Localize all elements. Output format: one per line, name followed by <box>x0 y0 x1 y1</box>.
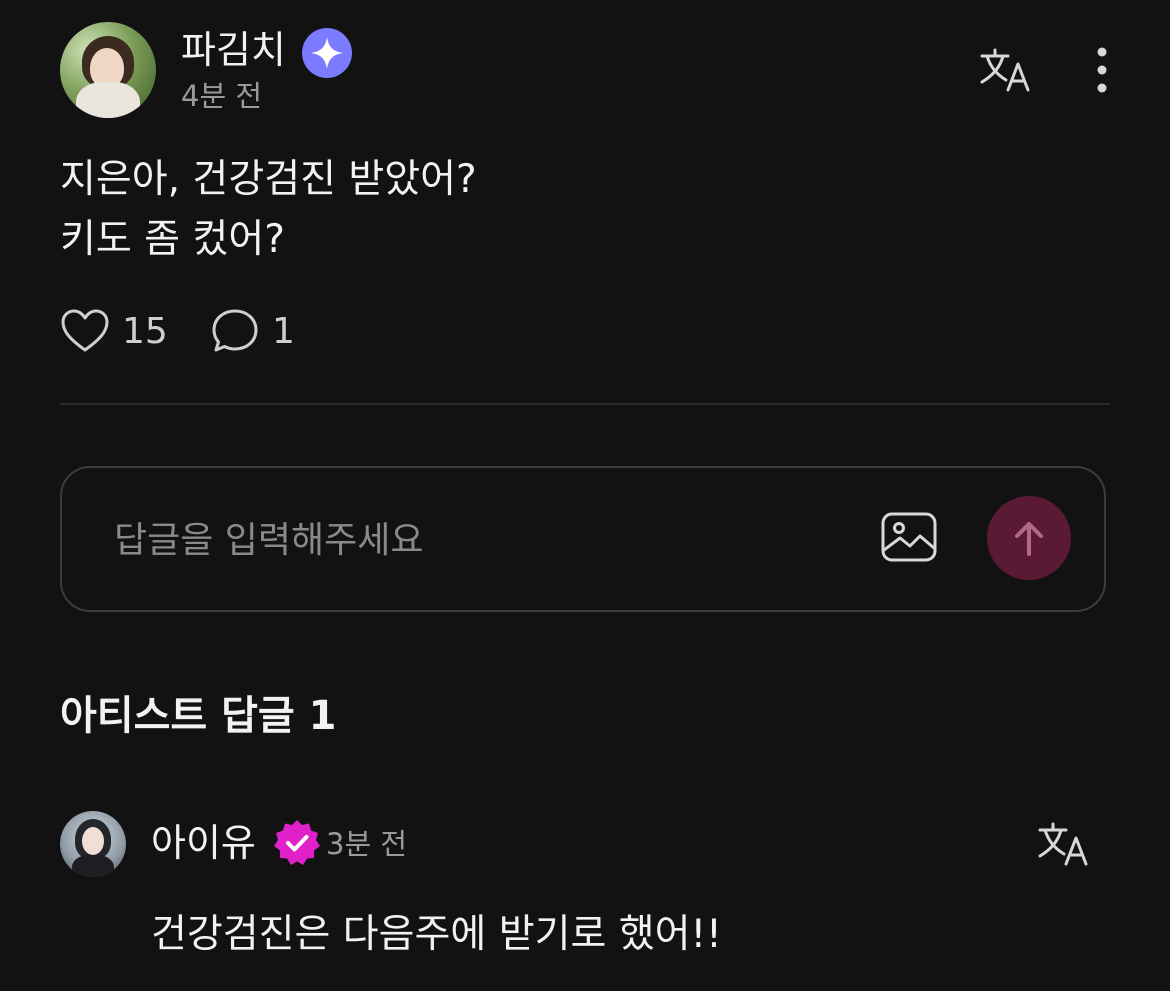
author-avatar[interactable] <box>60 22 156 118</box>
reply-box <box>60 466 1106 612</box>
verified-badge-icon <box>272 818 322 868</box>
comment-time: 3분 전 <box>326 827 408 861</box>
artist-name[interactable]: 아이유 <box>151 818 256 868</box>
avatar-body <box>76 82 140 118</box>
avatar-body <box>72 855 114 877</box>
translate-icon[interactable] <box>978 44 1034 96</box>
artist-avatar[interactable] <box>60 811 126 877</box>
avatar-face <box>82 827 104 855</box>
translate-icon[interactable] <box>1036 818 1092 870</box>
arrow-up-icon <box>1015 522 1043 556</box>
like-button[interactable]: 15 <box>60 303 168 359</box>
reply-input[interactable] <box>112 508 836 572</box>
comment-text: 건강검진은 다음주에 받기로 했어!! <box>151 912 722 957</box>
comment-bubble-icon <box>212 309 258 352</box>
divider <box>60 403 1110 405</box>
image-attach-icon[interactable] <box>880 510 938 564</box>
post-body-line: 키도 좀 컸어? <box>60 217 285 262</box>
post-detail-page: 파김치 4분 전 지은아, 건강검진 받았어? 키도 좀 컸어? 15 1 답글… <box>0 0 1170 991</box>
like-count: 15 <box>122 310 168 352</box>
send-button[interactable] <box>987 496 1071 580</box>
sparkle-badge-icon <box>302 28 352 78</box>
comment-count: 1 <box>272 310 295 352</box>
comment-button[interactable]: 1 <box>210 303 295 359</box>
more-options-icon[interactable] <box>1088 44 1116 96</box>
author-name[interactable]: 파김치 <box>181 25 286 75</box>
heart-icon <box>61 309 109 352</box>
post-time: 4분 전 <box>181 79 263 113</box>
artist-replies-title: 아티스트 답글 1 <box>60 693 337 739</box>
post-body-line: 지은아, 건강검진 받았어? <box>60 157 477 202</box>
post-body: 지은아, 건강검진 받았어? 키도 좀 컸어? <box>60 150 477 270</box>
